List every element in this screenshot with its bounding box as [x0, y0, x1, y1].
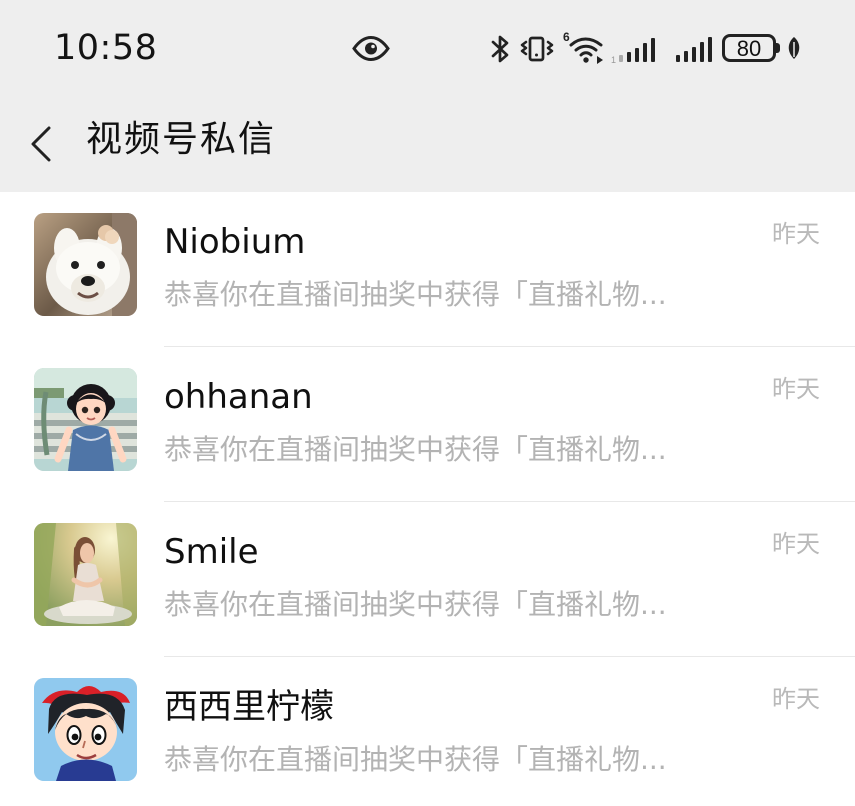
battery-level: 80: [736, 36, 762, 61]
back-button[interactable]: [20, 108, 70, 178]
message-list-item[interactable]: Niobium 恭喜你在直播间抽奖中获得「直播礼物... 昨天: [0, 192, 855, 347]
message-list-item[interactable]: ohhanan 恭喜你在直播间抽奖中获得「直播礼物... 昨天: [0, 347, 855, 502]
status-bar: 10:58 6 1 80: [0, 0, 855, 96]
battery-icon: 80: [722, 34, 776, 62]
signal-icon: 1: [611, 34, 663, 64]
contact-name: ohhanan: [164, 377, 313, 417]
leaf-icon: [786, 35, 802, 61]
girl-on-stairs-avatar: [34, 368, 137, 471]
vibrate-icon: [518, 33, 556, 65]
message-time: 昨天: [772, 685, 820, 713]
contact-name: 西西里柠檬: [164, 687, 334, 727]
message-time: 昨天: [772, 220, 820, 248]
message-time: 昨天: [772, 530, 820, 558]
chevron-left-icon: [29, 125, 53, 163]
message-preview: 恭喜你在直播间抽奖中获得「直播礼物...: [164, 743, 667, 776]
sitting-girl-avatar: [34, 523, 137, 626]
svg-text:1: 1: [611, 55, 616, 64]
message-time: 昨天: [772, 375, 820, 403]
message-preview: 恭喜你在直播间抽奖中获得「直播礼物...: [164, 588, 667, 621]
top-area: 10:58 6 1 80 视频号私信: [0, 0, 855, 192]
message-list-item[interactable]: Smile 恭喜你在直播间抽奖中获得「直播礼物... 昨天: [0, 502, 855, 657]
wifi-generation-label: 6: [563, 31, 570, 44]
message-list-item[interactable]: 西西里柠檬 恭喜你在直播间抽奖中获得「直播礼物... 昨天: [0, 657, 855, 806]
page-title: 视频号私信: [86, 119, 277, 160]
eye-icon: [352, 36, 390, 61]
message-preview: 恭喜你在直播间抽奖中获得「直播礼物...: [164, 278, 667, 311]
bluetooth-icon: [490, 34, 512, 64]
message-list: Niobium 恭喜你在直播间抽奖中获得「直播礼物... 昨天 ohhanan …: [0, 192, 855, 806]
witch-girl-avatar: [34, 678, 137, 781]
status-time: 10:58: [54, 28, 158, 68]
wechat-channels-private-messages-screen: 10:58 6 1 80 视频号私信 Niobium 恭喜你在直播间抽奖中获得「…: [0, 0, 855, 806]
contact-name: Smile: [164, 532, 259, 572]
signal-icon: [674, 34, 716, 64]
contact-name: Niobium: [164, 222, 306, 262]
navigation-bar: 视频号私信: [0, 96, 855, 192]
battery-cap: [776, 43, 780, 53]
white-dog-avatar: [34, 213, 137, 316]
message-preview: 恭喜你在直播间抽奖中获得「直播礼物...: [164, 433, 667, 466]
wifi-icon: 6: [563, 31, 607, 65]
